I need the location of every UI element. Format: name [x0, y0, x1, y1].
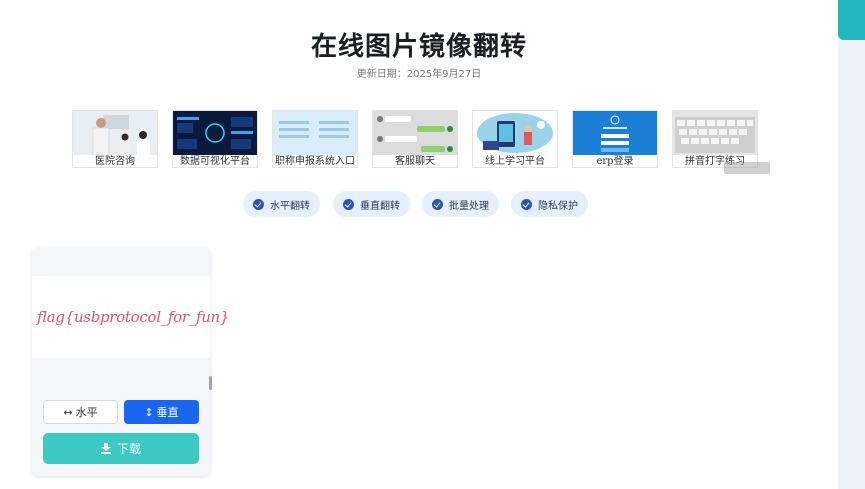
keyboard-photo — [673, 111, 757, 155]
side-panel-tab[interactable] — [838, 0, 865, 40]
thumb-caption: 线上学习平台 — [485, 156, 545, 167]
update-date: 更新日期：2025年9月27日 — [356, 69, 482, 80]
button-label: 水平 — [75, 406, 98, 419]
feature-label: 垂直翻转 — [360, 200, 400, 212]
thumb-customer-chat[interactable]: 客服聊天 — [372, 110, 458, 168]
image-card: flag{usbprotocol_for_fun} ↔ 水平 ↕ 垂直 下载 — [32, 248, 229, 476]
right-side-panel — [838, 0, 865, 489]
flip-horizontal-button[interactable]: ↔ 水平 — [43, 400, 118, 424]
horizontal-arrows-icon: ↔ — [63, 405, 73, 419]
check-icon — [253, 198, 264, 210]
feature-batch: 批量处理 — [422, 191, 499, 217]
preview-text: flag{usbprotocol_for_fun} — [37, 308, 230, 326]
feature-horizontal-flip: 水平翻转 — [243, 191, 320, 217]
feature-list: 水平翻转 垂直翻转 批量处理 隐私保护 — [0, 191, 838, 219]
thumb-caption: 职称申报系统入口 — [275, 156, 355, 167]
feature-label: 隐私保护 — [538, 200, 578, 212]
feature-vertical-flip: 垂直翻转 — [333, 191, 410, 217]
check-icon — [343, 198, 354, 210]
main-page: 在线图片镜像翻转 更新日期：2025年9月27日 医院咨询 数据可视化平台 职称… — [0, 0, 838, 489]
check-icon — [432, 198, 443, 210]
download-button[interactable]: 下载 — [43, 433, 199, 464]
thumb-title-application[interactable]: 职称申报系统入口 — [272, 110, 358, 168]
chat-photo — [373, 111, 457, 155]
flip-vertical-button[interactable]: ↕ 垂直 — [124, 400, 199, 424]
button-label: 垂直 — [156, 406, 179, 419]
check-icon — [521, 198, 532, 210]
thumb-caption: erp登录 — [596, 156, 634, 167]
feature-label: 水平翻转 — [270, 200, 310, 212]
thumb-caption: 医院咨询 — [95, 156, 135, 167]
thumb-pinyin-typing[interactable]: 拼音打字练习 — [672, 110, 758, 168]
page-title: 在线图片镜像翻转 — [310, 32, 527, 62]
thumb-hospital-consult[interactable]: 医院咨询 — [72, 110, 158, 168]
preview-scrollbar[interactable] — [209, 376, 212, 390]
erp-login-photo — [573, 111, 657, 155]
thumb-caption: 客服聊天 — [395, 156, 435, 167]
dashboard-photo — [173, 111, 257, 155]
feature-label: 批量处理 — [449, 200, 489, 212]
download-icon — [100, 443, 111, 454]
image-preview: flag{usbprotocol_for_fun} — [32, 276, 229, 358]
thumb-online-learning[interactable]: 线上学习平台 — [472, 110, 558, 168]
thumb-erp-login[interactable]: erp登录 — [572, 110, 658, 168]
hospital-consult-photo — [73, 111, 157, 155]
thumb-dashboard[interactable]: 数据可视化平台 — [172, 110, 258, 168]
watermark-badge — [724, 162, 770, 174]
button-label: 下载 — [116, 442, 141, 456]
flip-controls: ↔ 水平 ↕ 垂直 — [43, 400, 199, 424]
feature-privacy: 隐私保护 — [511, 191, 588, 217]
thumb-caption: 数据可视化平台 — [180, 156, 250, 167]
vertical-arrows-icon: ↕ — [144, 405, 154, 419]
form-photo — [273, 111, 357, 155]
e-learning-photo — [473, 111, 557, 155]
